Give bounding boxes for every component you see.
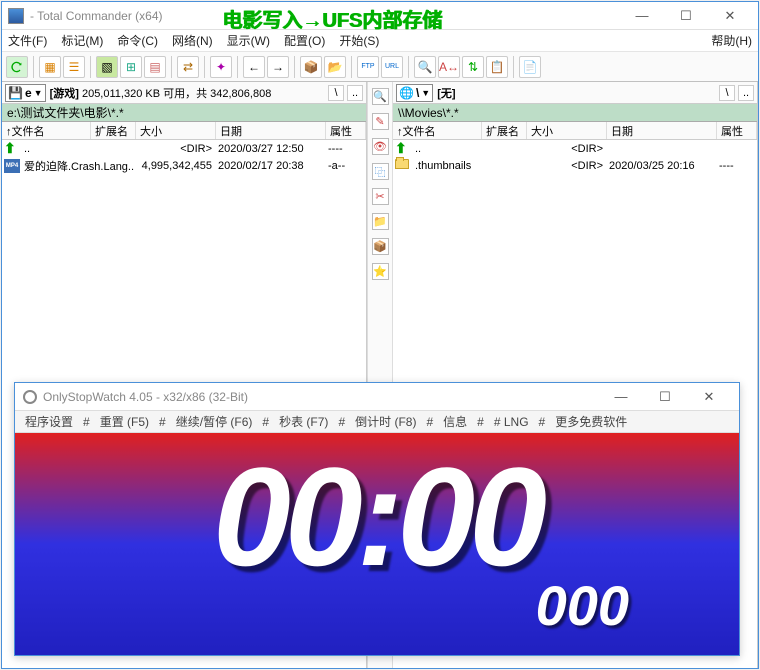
sw-titlebar[interactable]: OnlyStopWatch 4.05 - x32/x86 (32-Bit) — … [15,383,739,411]
sw-menubar: 程序设置 # 重置 (F5) # 继续/暂停 (F6) # 秒表 (F7) # … [15,411,739,433]
refresh-button[interactable] [6,56,28,78]
right-up-button[interactable]: .. [738,85,754,101]
menu-command[interactable]: 命令(C) [117,32,158,49]
left-drive-info: [游戏] 205,011,320 KB 可用，共 342,806,808 [50,85,272,101]
mid-search-icon[interactable]: 🔍 [372,88,389,105]
unpack-button[interactable]: 📂 [324,56,346,78]
view-tree-button[interactable]: ⊞ [120,56,142,78]
search-button[interactable]: 🔍 [414,56,436,78]
left-path[interactable]: e:\测试文件夹\电影\*.* [2,104,366,122]
stopwatch-window[interactable]: OnlyStopWatch 4.05 - x32/x86 (32-Bit) — … [14,382,740,656]
up-icon: ⬆ [395,142,411,156]
minimize-button[interactable]: — [620,4,664,28]
tc-app-icon [8,8,24,24]
sw-menu-lng[interactable]: # LNG [494,415,529,429]
right-col-date[interactable]: 日期 [607,122,717,139]
left-root-button[interactable]: \ [328,85,344,101]
left-drive-combo[interactable]: 💾e▼ [5,84,46,102]
up-icon: ⬆ [4,142,20,156]
left-col-date[interactable]: 日期 [216,122,326,139]
mid-edit-icon[interactable]: ✎ [372,113,389,130]
menu-help[interactable]: 帮助(H) [711,32,752,49]
mid-move-icon[interactable]: ✂ [372,188,389,205]
sw-menu-pause[interactable]: 继续/暂停 (F6) [176,413,253,430]
left-col-size[interactable]: 大小 [136,122,216,139]
left-col-ext[interactable]: 扩展名 [91,122,136,139]
sw-minimize-button[interactable]: — [599,385,643,409]
mid-newfolder-icon[interactable]: 📁 [372,213,389,230]
menu-file[interactable]: 文件(F) [8,32,47,49]
mid-favorite-icon[interactable]: ⭐ [372,263,389,280]
close-button[interactable]: ✕ [708,4,752,28]
right-col-size[interactable]: 大小 [527,122,607,139]
sync-dirs-button[interactable]: ⇅ [462,56,484,78]
list-item[interactable]: ⬆ .. <DIR> 2020/03/27 12:50 ---- [2,140,366,157]
right-col-ext[interactable]: 扩展名 [482,122,527,139]
mid-copy-icon[interactable]: ⿻ [372,163,389,180]
right-drive-info: [无] [437,85,455,101]
sw-menu-settings[interactable]: 程序设置 [25,413,73,430]
right-header[interactable]: ↑文件名 扩展名 大小 日期 属性 [393,122,757,140]
notepad-button[interactable]: 📄 [519,56,541,78]
pack-button[interactable]: 📦 [300,56,322,78]
right-col-attr[interactable]: 属性 [717,122,757,139]
right-col-name[interactable]: ↑文件名 [393,122,482,139]
sw-title-text: OnlyStopWatch 4.05 - x32/x86 (32-Bit) [43,390,248,404]
sw-menu-reset[interactable]: 重置 (F5) [100,413,149,430]
sw-menu-info[interactable]: 信息 [443,413,467,430]
menu-show[interactable]: 显示(W) [227,32,270,49]
menu-config[interactable]: 配置(O) [284,32,325,49]
ftp-button[interactable]: FTP [357,56,379,78]
list-item[interactable]: .thumbnails <DIR> 2020/03/25 20:16 ---- [393,157,757,174]
sw-close-button[interactable]: ✕ [687,385,731,409]
sw-maximize-button[interactable]: ☐ [643,385,687,409]
multirename-button[interactable]: A↔ [438,56,460,78]
view-full-button[interactable]: ☰ [63,56,85,78]
left-up-button[interactable]: .. [347,85,363,101]
menu-start[interactable]: 开始(S) [339,32,379,49]
list-item[interactable]: ⬆ .. <DIR> [393,140,757,157]
menu-mark[interactable]: 标记(M) [61,32,103,49]
folder-icon [395,159,411,173]
sw-time-main: 00:00 [213,450,541,583]
view-custom-button[interactable]: ▤ [144,56,166,78]
sw-menu-more[interactable]: 更多免费软件 [555,413,627,430]
left-col-name[interactable]: ↑文件名 [2,122,91,139]
mid-pack-icon[interactable]: 📦 [372,238,389,255]
mid-view-icon[interactable]: 👁 [372,138,389,155]
sync-button[interactable]: ⇄ [177,56,199,78]
right-drive-combo[interactable]: 🌐\▼ [396,84,433,102]
sw-time-ms: 000 [536,573,629,638]
tc-toolbar: ▦ ☰ ▧ ⊞ ▤ ⇄ ✦ ← → 📦 📂 FTP URL 🔍 A↔ ⇅ 📋 📄 [2,52,758,82]
right-root-button[interactable]: \ [719,85,735,101]
view-brief-button[interactable]: ▦ [39,56,61,78]
url-button[interactable]: URL [381,56,403,78]
copy-names-button[interactable]: 📋 [486,56,508,78]
forward-button[interactable]: → [267,56,289,78]
list-item[interactable]: MP4 爱的迫降.Crash.Lang.. 4,995,342,455 2020… [2,157,366,174]
tc-menubar: 文件(F) 标记(M) 命令(C) 网络(N) 显示(W) 配置(O) 开始(S… [2,30,758,52]
overlay-annotation: 电影写入→UFS内部存储 [222,4,442,33]
maximize-button[interactable]: ☐ [664,4,708,28]
right-path[interactable]: \\Movies\*.* [393,104,757,122]
sw-display: 00:00 000 [15,433,739,655]
view-thumbs-button[interactable]: ▧ [96,56,118,78]
left-col-attr[interactable]: 属性 [326,122,366,139]
tc-titlebar[interactable]: - Total Commander (x64) 电影写入→UFS内部存储 — ☐… [2,2,758,30]
sw-app-icon [23,390,37,404]
left-header[interactable]: ↑文件名 扩展名 大小 日期 属性 [2,122,366,140]
wand-button[interactable]: ✦ [210,56,232,78]
menu-network[interactable]: 网络(N) [172,32,213,49]
right-drive-row: 🌐\▼ [无] \ .. [393,82,757,104]
left-drive-row: 💾e▼ [游戏] 205,011,320 KB 可用，共 342,806,808… [2,82,366,104]
sw-menu-countdown[interactable]: 倒计时 (F8) [355,413,416,430]
sw-menu-stopwatch[interactable]: 秒表 (F7) [279,413,328,430]
tc-title-text: - Total Commander (x64) [30,9,163,23]
back-button[interactable]: ← [243,56,265,78]
mp4-icon: MP4 [4,159,20,173]
